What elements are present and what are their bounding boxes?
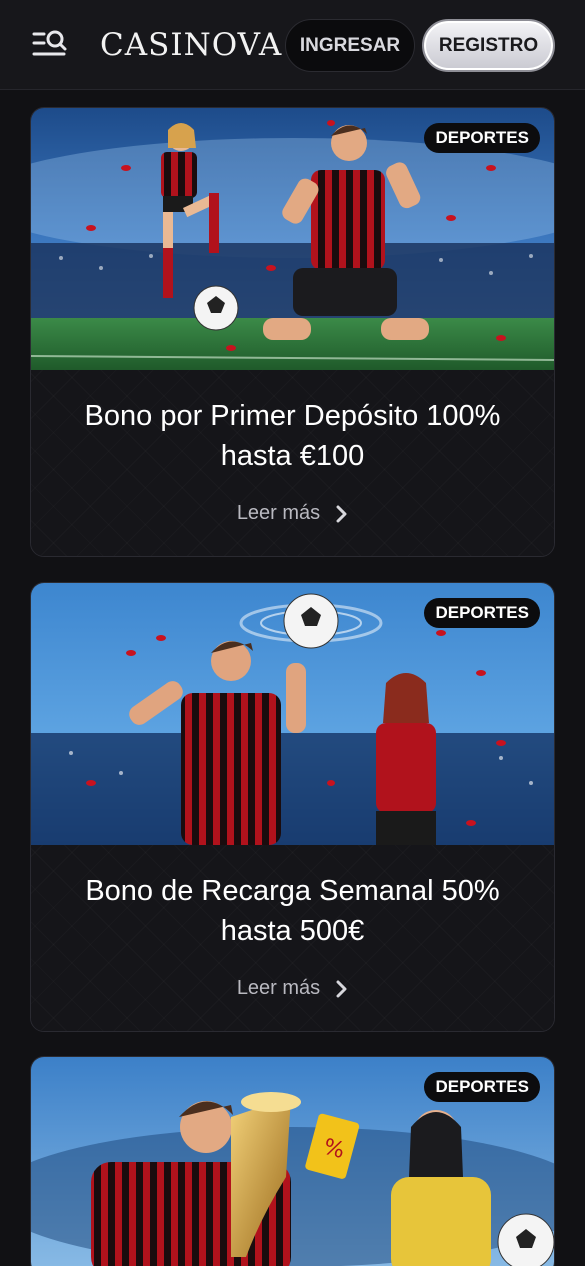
card-content: Bono por Primer Depósito 100% hasta €100… <box>31 370 554 556</box>
read-more-link[interactable]: Leer más <box>31 502 554 525</box>
promo-card[interactable]: % DEPORTES <box>30 1056 555 1266</box>
promo-image-trophy: % DEPORTES <box>31 1057 554 1266</box>
casinova-logo[interactable]: CASINOVA <box>100 24 281 66</box>
promo-title: Bono por Primer Depósito 100% hasta €100 <box>84 400 501 472</box>
chevron-right-icon <box>336 505 348 523</box>
promo-image-celebration: DEPORTES <box>31 108 554 370</box>
register-button[interactable]: REGISTRO <box>422 19 555 72</box>
chevron-right-icon <box>336 980 348 998</box>
top-header: CASINOVA INGRESAR REGISTRO <box>0 0 585 90</box>
card-content: Bono de Recarga Semanal 50% hasta 500€ L… <box>31 845 554 1031</box>
promo-image-ball-spin: DEPORTES <box>31 583 554 845</box>
read-more-link[interactable]: Leer más <box>31 977 554 1000</box>
read-more-label: Leer más <box>236 977 321 999</box>
category-badge: DEPORTES <box>424 1072 540 1102</box>
promo-title: Bono de Recarga Semanal 50% hasta 500€ <box>85 875 500 947</box>
category-badge: DEPORTES <box>424 123 540 153</box>
menu-search-icon[interactable] <box>32 28 68 62</box>
login-button[interactable]: INGRESAR <box>285 19 415 72</box>
promo-card[interactable]: DEPORTES Bono de Recarga Semanal 50% has… <box>30 582 555 1032</box>
read-more-label: Leer más <box>236 502 321 524</box>
promo-card[interactable]: DEPORTES Bono por Primer Depósito 100% h… <box>30 107 555 557</box>
category-badge: DEPORTES <box>424 598 540 628</box>
